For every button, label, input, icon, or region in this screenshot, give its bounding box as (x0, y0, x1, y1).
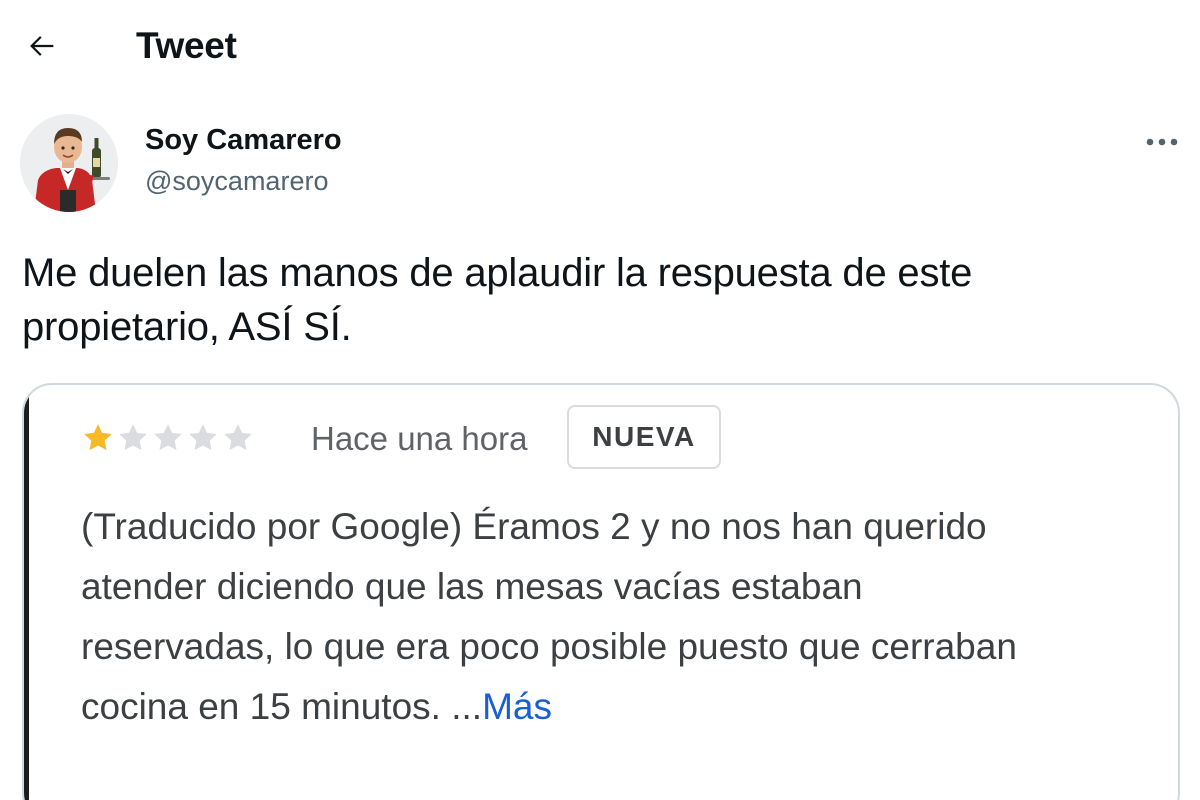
review-text-line: (Traducido por Google) Éramos 2 y no nos… (81, 506, 987, 547)
tweet-text-line: propietario, ASÍ SÍ. (22, 305, 352, 349)
review-text-line: reservadas, lo que era poco posible pues… (81, 626, 1017, 667)
tweet-text: Me duelen las manos de aplaudir la respu… (22, 246, 1182, 354)
back-button[interactable] (22, 26, 62, 66)
top-bar: Tweet (0, 0, 1200, 92)
star-empty-icon (224, 424, 252, 451)
more-horizontal-icon (1146, 138, 1178, 146)
author-display-name[interactable]: Soy Camarero (145, 122, 342, 158)
page-title: Tweet (136, 25, 237, 66)
new-badge: NUEVA (567, 405, 721, 469)
review-text-line: atender diciendo que las mesas vacías es… (81, 566, 863, 607)
star-empty-icon (119, 424, 147, 451)
tweet-media-image[interactable]: Hace una hora NUEVA (Traducido por Googl… (22, 383, 1180, 800)
review-screenshot: Hace una hora NUEVA (Traducido por Googl… (24, 385, 1178, 800)
star-rating (81, 421, 255, 455)
star-empty-icon (154, 424, 182, 451)
review-text: (Traducido por Google) Éramos 2 y no nos… (81, 497, 1161, 737)
ellipsis: ... (451, 686, 483, 727)
more-options-button[interactable] (1140, 124, 1184, 160)
review-timestamp: Hace una hora (311, 420, 528, 457)
star-empty-icon (189, 424, 217, 451)
waiter-avatar-icon (20, 114, 118, 212)
avatar[interactable] (20, 114, 118, 212)
tweet-text-line: Me duelen las manos de aplaudir la respu… (22, 251, 973, 295)
author-handle[interactable]: @soycamarero (145, 164, 328, 198)
more-link[interactable]: Más (482, 686, 552, 727)
review-text-end: cocina en 15 minutos. (81, 686, 452, 727)
review-text-line: cocina en 15 minutos. ...Más (81, 677, 1161, 737)
star-filled-icon (84, 424, 112, 451)
arrow-left-icon (30, 36, 54, 56)
